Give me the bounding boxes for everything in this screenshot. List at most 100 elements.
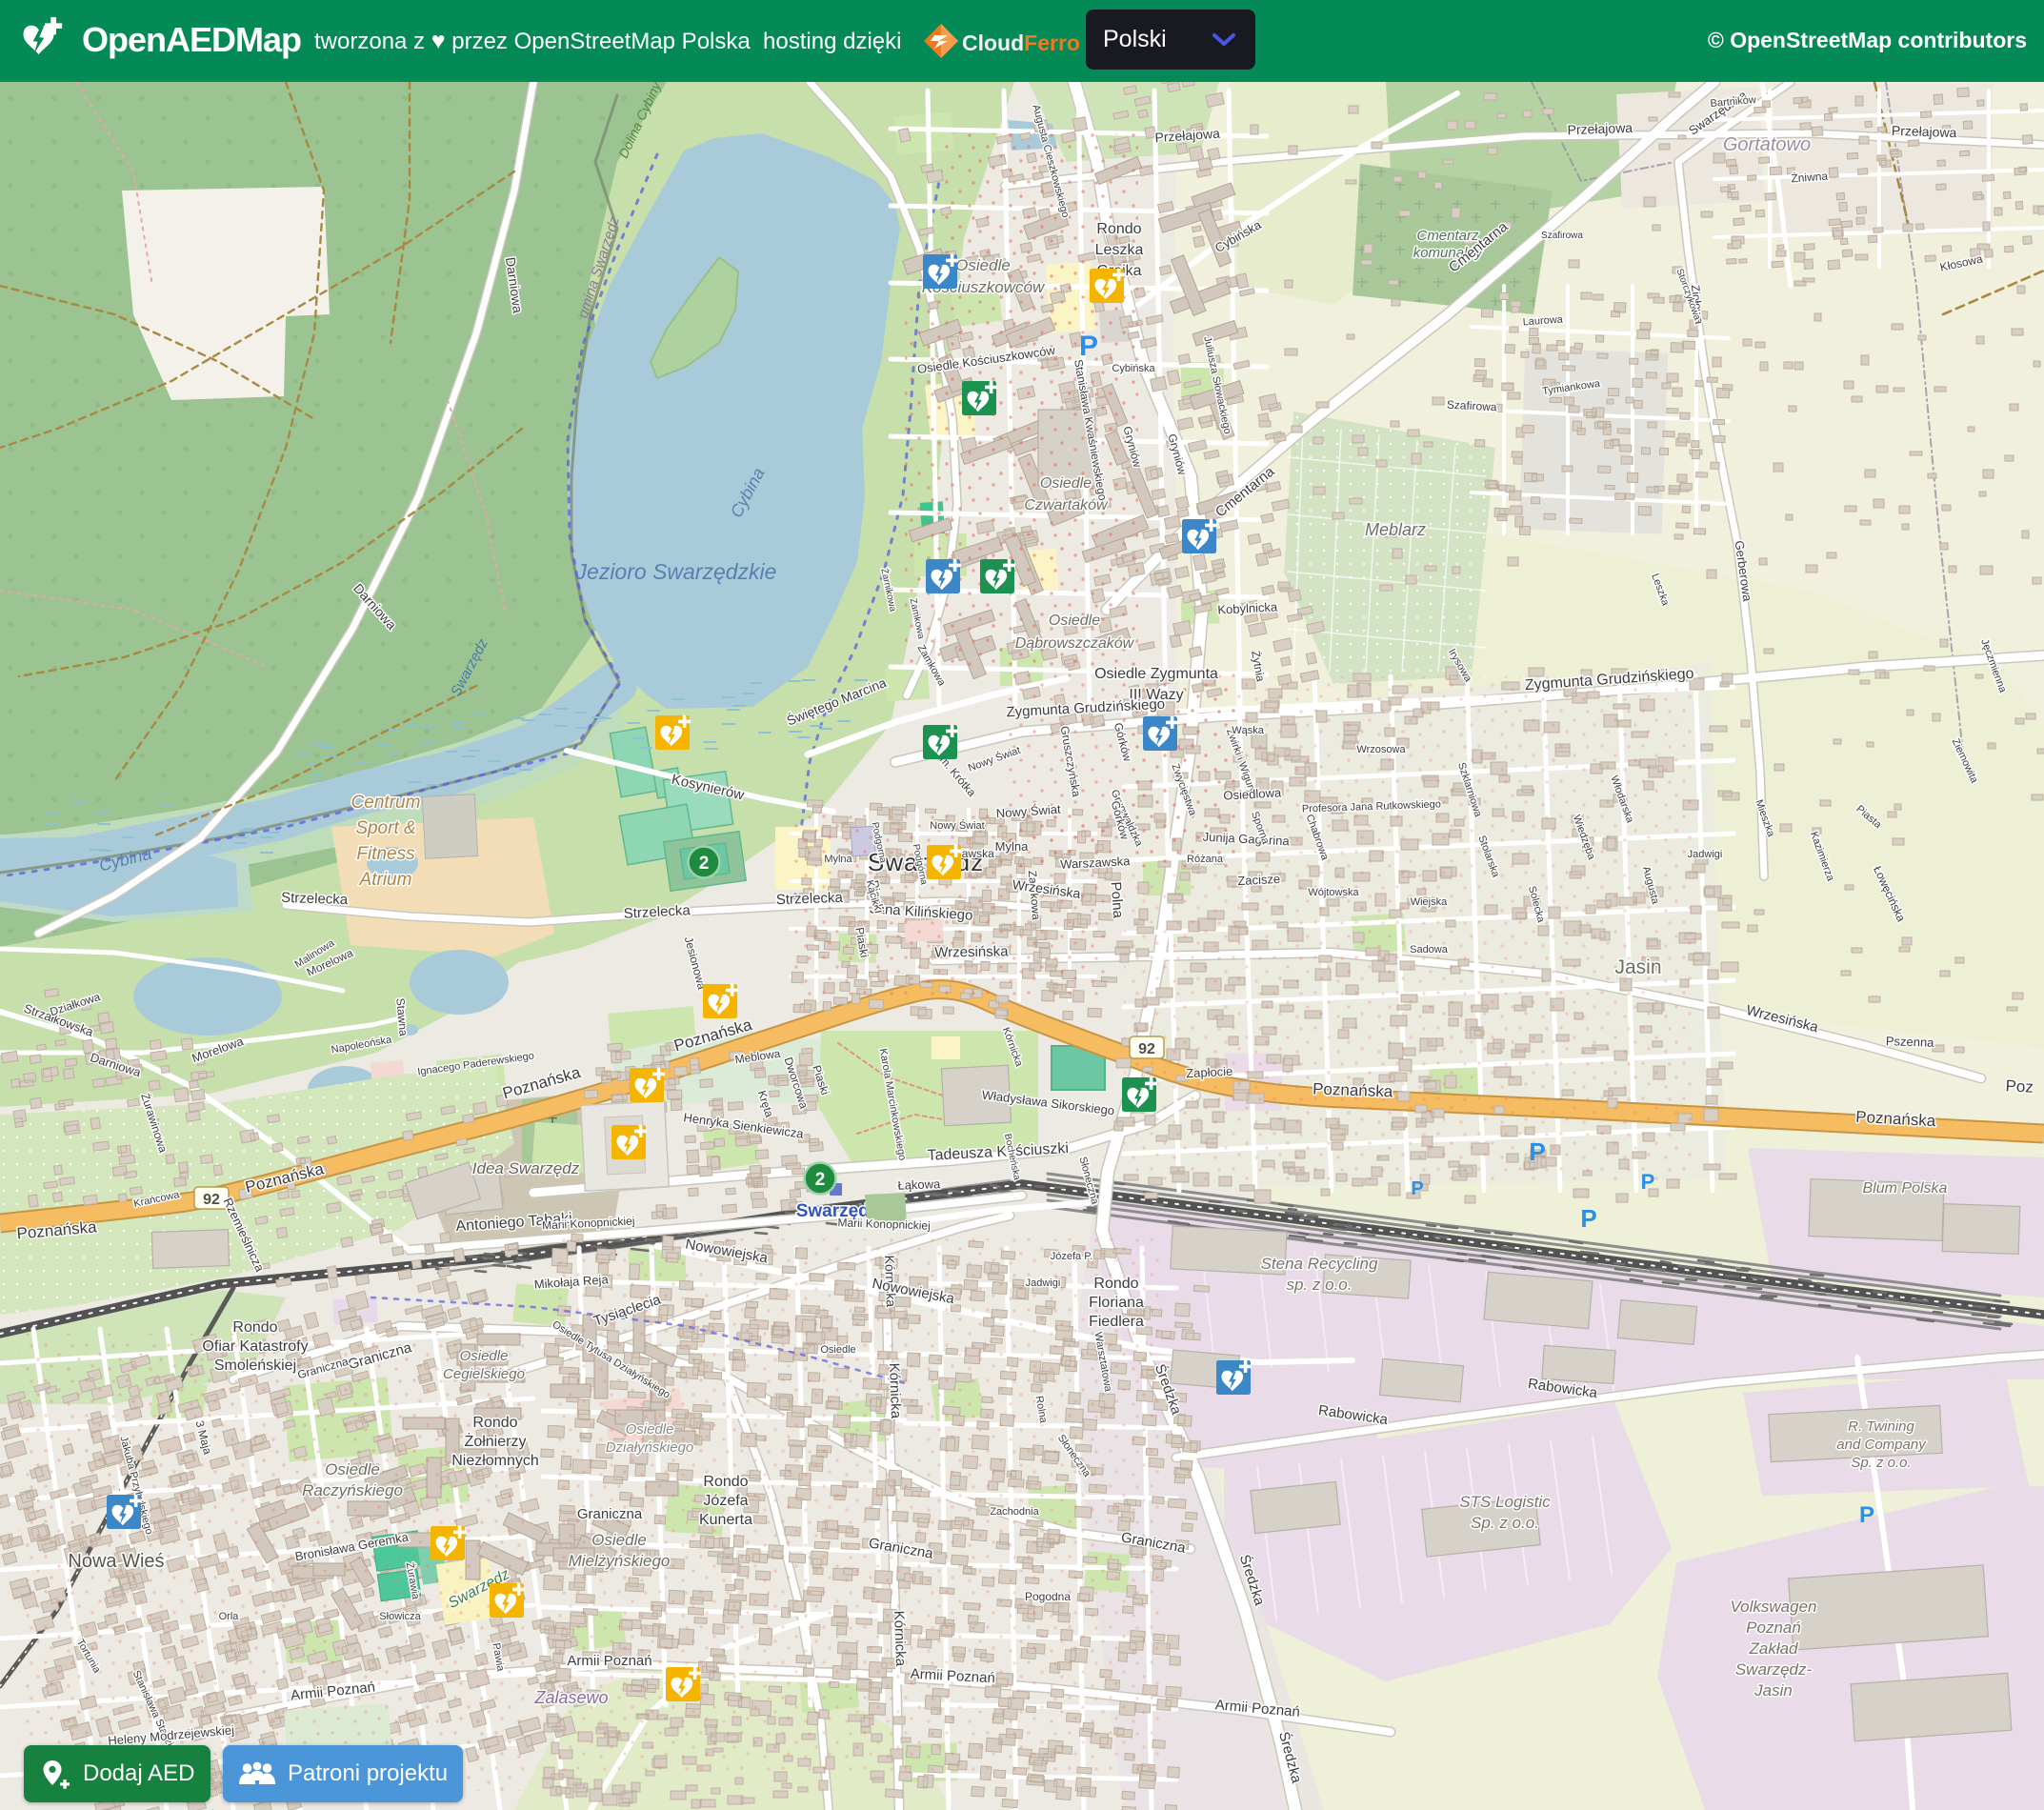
svg-text:Raczyńskiego: Raczyńskiego [302, 1481, 403, 1499]
svg-text:P: P [1411, 1178, 1423, 1199]
svg-text:Sadowa: Sadowa [1410, 944, 1449, 955]
svg-text:Jezioro Swarzędzkie: Jezioro Swarzędzkie [575, 559, 777, 584]
svg-text:Nowa Wieś: Nowa Wieś [68, 1551, 164, 1572]
svg-text:Strzelecka: Strzelecka [776, 890, 844, 908]
svg-text:Cegielskiego: Cegielskiego [443, 1366, 525, 1382]
svg-text:Żniwna: Żniwna [1791, 170, 1829, 186]
svg-text:Leszka: Leszka [1095, 242, 1144, 258]
svg-text:Osiedle: Osiedle [1040, 475, 1092, 492]
svg-text:Swarzędz-: Swarzędz- [1735, 1660, 1813, 1679]
svg-text:Cybińska: Cybińska [1112, 363, 1155, 374]
svg-text:Orla: Orla [219, 1611, 240, 1622]
svg-text:Zachodnia: Zachodnia [990, 1506, 1039, 1518]
svg-text:Cmentarz: Cmentarz [1416, 228, 1479, 244]
svg-text:Armii Poznań: Armii Poznań [567, 1653, 651, 1669]
svg-text:Graniczna: Graniczna [577, 1506, 643, 1522]
svg-text:92: 92 [1138, 1041, 1155, 1057]
svg-text:Stena Recycling: Stena Recycling [1261, 1255, 1378, 1273]
svg-text:Fitness: Fitness [356, 844, 415, 864]
svg-text:Jadwigi: Jadwigi [1688, 849, 1723, 860]
svg-text:Jasin: Jasin [1614, 956, 1661, 978]
svg-text:Gortatowo: Gortatowo [1723, 134, 1811, 155]
svg-text:Osiedle: Osiedle [626, 1421, 674, 1438]
svg-text:Działyńskiego: Działyńskiego [606, 1439, 694, 1456]
svg-text:R. Twining: R. Twining [1848, 1418, 1914, 1435]
svg-text:Pszenna: Pszenna [1886, 1034, 1935, 1050]
svg-text:Różana: Różana [1187, 854, 1224, 865]
svg-text:Niezłomnych: Niezłomnych [451, 1453, 539, 1469]
svg-text:Osiedle: Osiedle [820, 1344, 855, 1356]
svg-text:Nowy Świat: Nowy Świat [930, 819, 984, 832]
svg-text:Mylna: Mylna [824, 854, 852, 865]
svg-text:Rondo: Rondo [1093, 1276, 1138, 1292]
svg-text:2: 2 [699, 854, 710, 874]
svg-text:Wrzosowa: Wrzosowa [1356, 744, 1406, 755]
svg-text:Przełajowa: Przełajowa [1567, 120, 1633, 137]
svg-text:sp. z o.o.: sp. z o.o. [1287, 1276, 1353, 1294]
svg-text:Zalasewo: Zalasewo [533, 1688, 608, 1707]
svg-text:Osiedlowa: Osiedlowa [1223, 785, 1282, 802]
svg-text:Rondo: Rondo [703, 1474, 748, 1490]
svg-text:Atrium: Atrium [359, 870, 412, 890]
svg-text:Poz: Poz [2005, 1076, 2034, 1096]
svg-text:Kórnicka: Kórnicka [886, 1362, 904, 1419]
svg-text:Józefa P.: Józefa P. [1051, 1251, 1092, 1262]
svg-text:P: P [1580, 1204, 1596, 1233]
svg-text:P: P [1859, 1502, 1874, 1528]
svg-text:Polna: Polna [1108, 881, 1127, 919]
svg-text:Czwartaków: Czwartaków [1024, 497, 1109, 513]
svg-text:Ofiar Katastrofy: Ofiar Katastrofy [202, 1338, 308, 1355]
svg-text:Poznań: Poznań [1746, 1619, 1801, 1637]
svg-text:Fiedlera: Fiedlera [1089, 1314, 1144, 1330]
svg-text:Osiedle: Osiedle [955, 256, 1011, 274]
svg-text:Szafirowa: Szafirowa [1447, 398, 1498, 414]
svg-text:Centrum: Centrum [351, 793, 421, 813]
svg-text:Zapłocie: Zapłocie [1186, 1064, 1233, 1081]
svg-text:Blum Polska: Blum Polska [1863, 1180, 1948, 1197]
svg-text:Zakład: Zakład [1748, 1639, 1798, 1658]
svg-text:Zacisze: Zacisze [1237, 872, 1281, 888]
svg-text:P: P [1079, 331, 1098, 362]
svg-text:Kunerta: Kunerta [699, 1512, 752, 1528]
svg-text:Rondo: Rondo [232, 1319, 277, 1336]
svg-text:Kórnicka: Kórnicka [891, 1610, 909, 1667]
svg-text:Przełajowa: Przełajowa [1892, 123, 1957, 140]
svg-text:Pogodna: Pogodna [1025, 1590, 1071, 1603]
svg-text:Floriana: Floriana [1089, 1295, 1144, 1311]
svg-text:Wiejska: Wiejska [1411, 896, 1448, 908]
svg-text:Jasin: Jasin [1753, 1681, 1793, 1699]
svg-text:Rondo: Rondo [472, 1415, 517, 1431]
svg-text:Wąska: Wąska [1232, 725, 1265, 736]
svg-text:Osiedle: Osiedle [1049, 613, 1100, 629]
svg-text:Osiedle Zygmunta: Osiedle Zygmunta [1094, 666, 1218, 682]
svg-text:Jadwigi: Jadwigi [1026, 1277, 1061, 1289]
svg-text:2: 2 [815, 1170, 826, 1190]
svg-text:Dąbrowszczaków: Dąbrowszczaków [1015, 635, 1135, 652]
svg-text:Józefa: Józefa [703, 1493, 748, 1509]
svg-text:Smoleńskiej: Smoleńskiej [214, 1358, 296, 1374]
svg-text:Osiedle: Osiedle [325, 1460, 380, 1478]
svg-text:Żołnierzy: Żołnierzy [465, 1432, 527, 1450]
svg-text:Słowicza: Słowicza [379, 1611, 421, 1622]
svg-text:Szafirowa: Szafirowa [1541, 231, 1583, 241]
svg-text:Idea Swarzędz: Idea Swarzędz [472, 1159, 580, 1177]
svg-text:Wrzesińska: Wrzesińska [934, 943, 1009, 960]
svg-text:Sp. z o.o.: Sp. z o.o. [1851, 1455, 1911, 1471]
svg-text:92: 92 [203, 1192, 220, 1208]
svg-text:P: P [1641, 1170, 1655, 1194]
svg-text:Mylna: Mylna [995, 839, 1029, 854]
svg-text:P: P [1529, 1137, 1545, 1166]
svg-text:Rondo: Rondo [1096, 221, 1141, 237]
svg-text:Meblarz: Meblarz [1365, 520, 1426, 539]
svg-text:and Company: and Company [1836, 1437, 1927, 1453]
svg-text:Poznańska: Poznańska [1313, 1080, 1393, 1101]
svg-text:Sport &: Sport & [355, 818, 415, 838]
svg-text:Sp. z o.o.: Sp. z o.o. [1471, 1514, 1539, 1532]
svg-text:Strzelecka: Strzelecka [281, 890, 349, 908]
svg-text:Osiedle: Osiedle [591, 1531, 647, 1549]
svg-text:Mielżyńskiego: Mielżyńskiego [569, 1552, 671, 1570]
svg-text:STS Logistic: STS Logistic [1459, 1493, 1551, 1511]
svg-text:Volkswagen: Volkswagen [1730, 1598, 1816, 1616]
svg-text:Osiedle: Osiedle [460, 1348, 509, 1364]
svg-text:Wójtowska: Wójtowska [1308, 887, 1359, 898]
